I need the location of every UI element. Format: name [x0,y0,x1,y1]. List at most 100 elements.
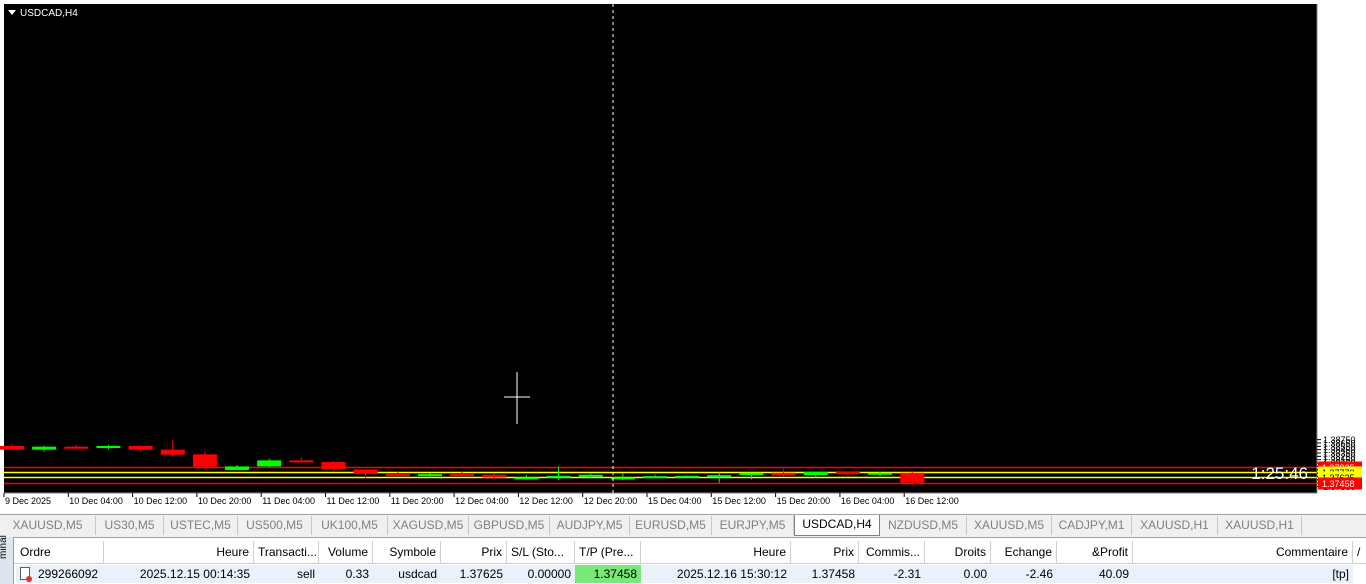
time-tick-label: 15 Dec 04:00 [648,496,702,506]
terminal-side-label: minal [0,535,9,559]
chart-tab[interactable]: XAUUSD,M5 [0,516,96,535]
column-header[interactable]: Symbole [373,541,441,563]
table-cell-symbole: usdcad [373,565,441,583]
table-cell-sl: 0.00000 [507,565,575,583]
candle-body [257,460,282,467]
chart-tab[interactable]: EURJPY,M5 [712,516,794,535]
time-tick-label: 16 Dec 04:00 [841,496,895,506]
candle-body [64,446,89,449]
table-cell-heure2: 2025.12.16 15:30:12 [641,565,791,583]
table-cell-prix: 1.37625 [441,565,507,583]
chart-tab[interactable]: GBPUSD,M5 [469,516,550,535]
column-header[interactable]: Prix [441,541,507,563]
column-header[interactable]: Volume [319,541,373,563]
chart-tab[interactable]: UK100,M5 [312,516,388,535]
candle-body [96,445,121,448]
time-tick-label: 16 Dec 12:00 [905,496,959,506]
candle-body [0,445,24,450]
column-header[interactable]: T/P (Pre... [575,541,641,563]
time-tick-label: 15 Dec 20:00 [777,496,831,506]
candle-body [289,460,314,463]
time-tick-label: 12 Dec 20:00 [584,496,638,506]
candle-body [868,472,893,475]
time-tick-label: 11 Dec 12:00 [327,496,380,506]
table-cell-transaction: sell [254,565,319,583]
table-cell-profit: 40.09 [1057,565,1133,583]
column-header[interactable]: Ordre [16,541,104,563]
column-header[interactable]: Prix [791,541,859,563]
column-header[interactable]: &Profit [1057,541,1133,563]
candle-body [803,471,828,476]
candle-body [128,445,153,450]
candle-body [610,477,635,480]
chart-tab[interactable]: EURUSD,M5 [630,516,712,535]
candle-body [353,469,378,475]
column-header[interactable]: Droits [925,541,991,563]
chart-tab[interactable]: USDCAD,H4 [794,515,880,536]
chart-tab[interactable]: XAGUSD,M5 [388,516,469,535]
table-cell-droits: 0.00 [925,565,991,583]
candle-body [192,454,217,467]
chart-tab[interactable]: CADJPY,M1 [1052,516,1132,535]
header-divider [14,563,1366,564]
table-cell-heure: 2025.12.15 00:14:35 [104,565,254,583]
chart-tab[interactable]: USTEC,M5 [164,516,238,535]
candle-body [321,462,346,470]
time-tick-label: 10 Dec 12:00 [134,496,188,506]
candle-body [450,474,475,477]
chart-tab[interactable]: XAUUSD,H1 [1218,516,1302,535]
chart-tab[interactable]: NZDUSD,M5 [880,516,967,535]
time-tick-label: 12 Dec 12:00 [519,496,573,506]
order-document-icon [20,567,32,582]
chart-title: USDCAD,H4 [20,8,78,19]
price-chart[interactable]: 1.387501.386501.385501.384501.383501.382… [0,0,1366,514]
time-tick-label: 9 Dec 2025 [5,496,51,506]
table-cell-volume: 0.33 [319,565,373,583]
candle-timer: 1:25:46 [1251,464,1308,483]
chart-window[interactable]: 1.38750 1.38650 1.38550 1.38450 1.38350 1.382… [0,0,1366,514]
chart-tab[interactable]: AUDJPY,M5 [550,516,630,535]
candle-body [417,474,442,477]
column-header[interactable]: Commentaire [1133,541,1353,563]
chart-tab[interactable]: XAUUSD,M5 [967,516,1052,535]
chart-tab[interactable]: US30,M5 [96,516,164,535]
column-header[interactable]: Transacti... [254,541,319,563]
terminal-side-handle[interactable]: minal [0,535,14,584]
candle-body [546,475,571,478]
table-cell-commission: -2.31 [859,565,925,583]
table-cell-commentaire: [tp] [1133,565,1353,583]
candle-body [482,474,507,478]
chart-tab[interactable]: US500,M5 [238,516,312,535]
column-header[interactable]: Heure [641,541,791,563]
level-price-label: 1.37458 [1322,479,1355,489]
candle-body [160,449,185,455]
column-header[interactable]: S/L (Sto... [507,541,575,563]
chart-tab[interactable]: XAUUSD,H1 [1132,516,1218,535]
table-cell-echange: -2.46 [991,565,1057,583]
candle-body [707,475,732,478]
candle[interactable] [675,475,700,479]
sort-indicator: / [1357,545,1361,559]
candle-body [225,466,250,471]
time-tick-label: 10 Dec 20:00 [198,496,252,506]
time-tick-label: 15 Dec 12:00 [712,496,766,506]
candle-body [675,475,700,478]
time-tick-label: 11 Dec 04:00 [262,496,315,506]
sell-marker-icon [26,576,32,582]
candle-body [385,474,410,477]
column-header[interactable]: Heure [104,541,254,563]
candle-body [900,472,925,483]
table-cell-prix2: 1.37458 [791,565,859,583]
time-tick-label: 12 Dec 04:00 [455,496,509,506]
column-header[interactable]: Echange [991,541,1057,563]
time-tick-label: 11 Dec 20:00 [391,496,444,506]
chart-tab-bar: XAUUSD,M5 US30,M5 USTEC,M5 US500,M5 UK100,M5… [0,514,1366,536]
column-header[interactable]: Commis... [859,541,925,563]
chart-plot-area[interactable] [4,4,1317,493]
candle-body [771,472,796,476]
candle-body [835,471,860,475]
candle-body [578,474,603,477]
time-tick-label: 10 Dec 04:00 [69,496,123,506]
candle-body [739,472,764,476]
candle-body [32,446,57,450]
